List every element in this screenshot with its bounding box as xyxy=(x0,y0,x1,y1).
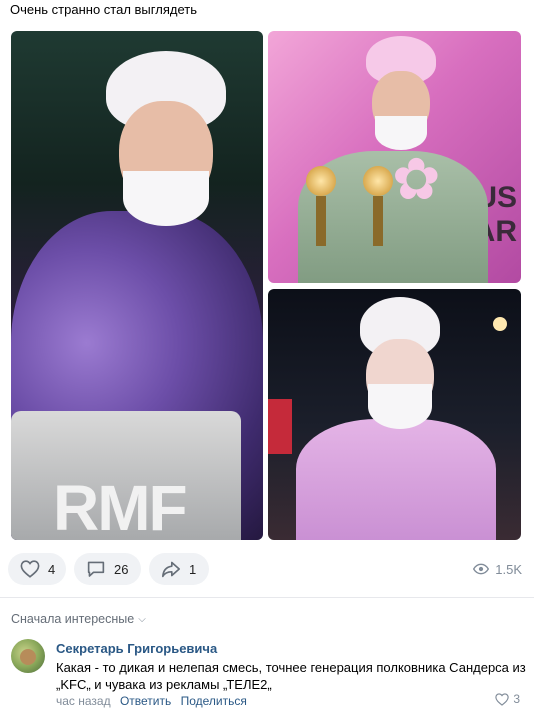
white-beard xyxy=(368,384,432,429)
comment-text: Какая - то дикая и нелепая смесь, точнее… xyxy=(56,660,526,692)
share-link[interactable]: Поделиться xyxy=(181,694,247,708)
comments-sort-dropdown[interactable]: Сначала интересные ⌵ xyxy=(11,612,146,626)
heart-icon xyxy=(495,692,510,706)
white-beard xyxy=(123,171,209,226)
reply-link[interactable]: Ответить xyxy=(120,694,171,708)
comment-count: 26 xyxy=(114,561,129,577)
comment-time[interactable]: час назад xyxy=(56,694,111,708)
comment-button[interactable]: 26 xyxy=(74,553,141,585)
trophy-left xyxy=(306,166,336,246)
sort-label: Сначала интересные xyxy=(11,612,135,626)
comment-author[interactable]: Секретарь Григорьевича xyxy=(56,641,217,656)
views-count: 1.5K xyxy=(495,561,522,577)
red-flag xyxy=(268,399,292,454)
avatar[interactable] xyxy=(11,639,45,673)
divider xyxy=(0,597,534,598)
lily-flower-icon: ✿ xyxy=(392,147,441,212)
like-count: 4 xyxy=(48,561,56,577)
comment-icon xyxy=(87,561,105,577)
eye-icon xyxy=(473,563,490,575)
chevron-down-icon: ⌵ xyxy=(138,613,146,625)
comment-meta: час назад Ответить Поделиться xyxy=(56,694,247,708)
street-light xyxy=(493,317,507,331)
share-count: 1 xyxy=(189,561,197,577)
magazine-logo: RMF xyxy=(53,472,188,540)
post-text: Очень странно стал выглядеть xyxy=(10,2,197,17)
pink-suit xyxy=(296,419,496,540)
share-button[interactable]: 1 xyxy=(149,553,209,585)
views-counter: 1.5K xyxy=(473,553,522,585)
like-button[interactable]: 4 xyxy=(8,553,66,585)
heart-icon xyxy=(20,560,40,578)
post-photo-night[interactable] xyxy=(268,289,521,540)
comment-like-button[interactable]: 3 xyxy=(495,692,520,706)
trophy-right xyxy=(363,166,393,246)
comment-like-count: 3 xyxy=(513,692,520,706)
white-beard xyxy=(375,116,427,150)
share-arrow-icon xyxy=(162,561,180,578)
post-actions: 4 26 1 1.5K xyxy=(8,553,526,585)
post-photo-main[interactable]: RMF xyxy=(11,31,263,540)
